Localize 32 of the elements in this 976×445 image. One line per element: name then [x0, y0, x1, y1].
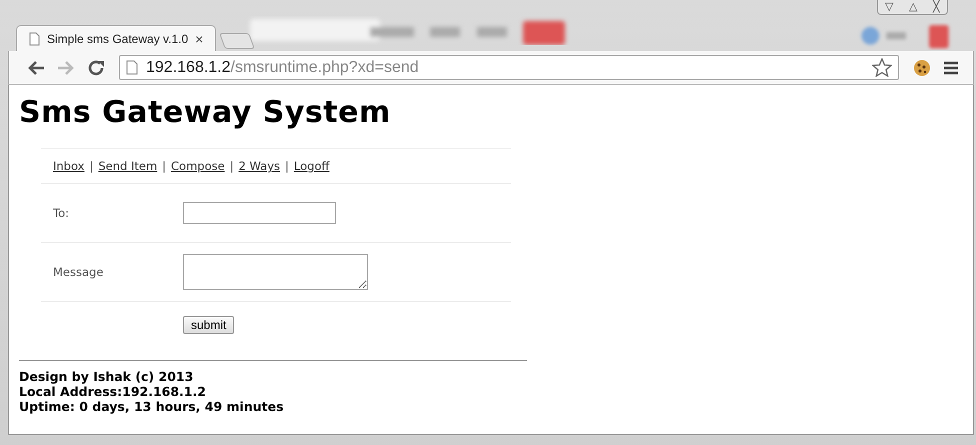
field-label: Message	[53, 265, 104, 279]
nav-link[interactable]: Logoff	[294, 159, 330, 173]
page-icon	[126, 60, 138, 75]
maximize-button[interactable]: △	[908, 0, 918, 14]
close-icon[interactable]: ×	[195, 30, 204, 46]
browser-tab[interactable]: Simple sms Gateway v.1.0 ×	[16, 25, 216, 51]
separator: |	[285, 159, 289, 173]
message-field[interactable]	[183, 254, 368, 290]
footer-text: Design by Ishak (c) 2013	[19, 369, 194, 384]
nav-link[interactable]: 2 Ways	[238, 159, 280, 173]
nav-link[interactable]: Compose	[171, 159, 225, 173]
back-icon[interactable]	[27, 60, 45, 76]
separator: |	[89, 159, 94, 173]
page-title: Sms Gateway System	[19, 95, 392, 130]
separator: |	[230, 159, 234, 173]
footer-text: Local Address:192.168.1.2	[19, 384, 207, 399]
footer-text: Uptime: 0 days, 13 hours, 49 minutes	[19, 399, 285, 414]
close-button[interactable]: ╳	[932, 0, 941, 14]
page-icon	[29, 32, 40, 46]
reload-icon[interactable]	[87, 58, 105, 76]
cookie-icon[interactable]	[913, 58, 931, 76]
submit-button[interactable]: submit	[183, 316, 234, 334]
input-field[interactable]	[183, 202, 336, 224]
tab-title: Simple sms Gateway v.1.0	[47, 32, 188, 46]
menu-icon[interactable]	[943, 60, 959, 74]
star-icon[interactable]	[872, 58, 892, 77]
nav-link[interactable]: Send Item	[98, 159, 158, 173]
minimize-button[interactable]: ▽	[884, 0, 894, 14]
field-label: To:	[53, 206, 70, 220]
address-bar[interactable]: 192.168.1.2/smsruntime.php?xd=send	[119, 55, 899, 80]
separator: |	[162, 159, 166, 173]
nav-link[interactable]: Inbox	[53, 159, 84, 173]
